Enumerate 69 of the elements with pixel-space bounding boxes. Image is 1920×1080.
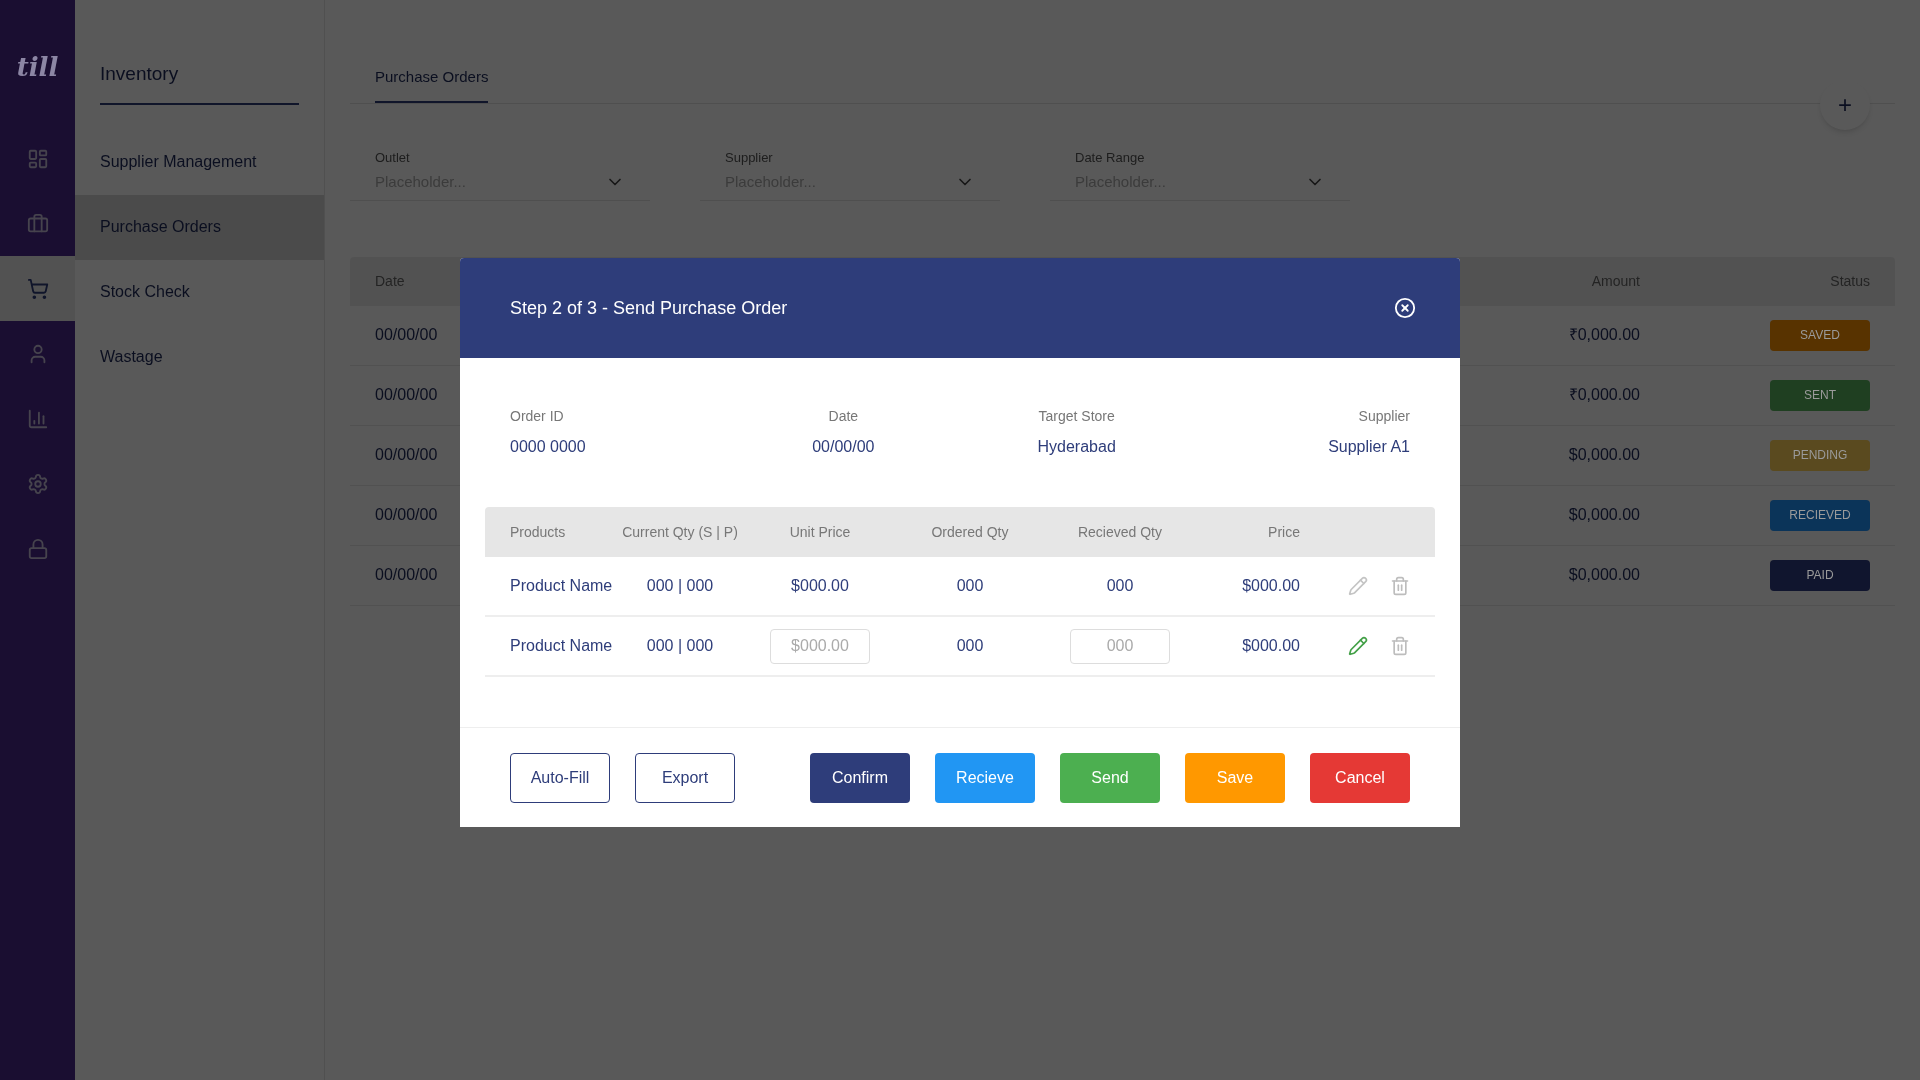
received-qty-field[interactable]: 000: [1070, 628, 1170, 664]
info-value: Hyderabad: [1037, 437, 1116, 457]
nav-title: Inventory: [100, 63, 179, 84]
info-value: Supplier A1: [1328, 437, 1410, 457]
table-cell-text: 000: [955, 576, 985, 596]
info-label: Target Store: [1038, 407, 1115, 426]
tab[interactable]: Purchase Orders: [375, 66, 489, 103]
table-cell-text: 000 | 000: [645, 636, 715, 656]
status-badge: SAVED: [1770, 319, 1870, 351]
status-badge: PENDING: [1770, 439, 1870, 471]
outline-button[interactable]: Export: [635, 752, 735, 803]
table-cell-text: ₹0,000.00: [1567, 385, 1640, 405]
column-header: Recieved Qty: [1076, 522, 1163, 542]
table-cell-text: ₹0,000.00: [1567, 325, 1640, 345]
column-header: Ordered Qty: [930, 522, 1010, 542]
action-button[interactable]: Recieve: [935, 752, 1035, 803]
outline-button[interactable]: Auto-Fill: [510, 752, 610, 803]
status-badge: RECIEVED: [1770, 499, 1870, 531]
column-header: Products: [510, 522, 567, 542]
dashboard-icon: [26, 147, 49, 170]
briefcase-icon: [26, 212, 49, 235]
table-cell-text: 00/00/00: [375, 445, 439, 465]
column-header: Price: [1267, 522, 1300, 542]
delete-icon[interactable]: [1390, 636, 1410, 656]
table-cell-text: $0,000.00: [1567, 505, 1640, 525]
column-header: Unit Price: [788, 522, 852, 542]
table-cell-text: $000.00: [791, 576, 849, 596]
table-cell-text: $0,000.00: [1567, 445, 1640, 465]
lock-icon: [26, 537, 49, 560]
settings-icon: [26, 472, 49, 495]
info-label: Date: [828, 407, 859, 426]
info-label: Supplier: [1358, 407, 1410, 426]
delete-icon[interactable]: [1390, 576, 1410, 596]
info-value: 00/00/00: [812, 437, 875, 457]
column-header: Current Qty (S | P): [621, 522, 739, 542]
table-cell-text: Product Name: [510, 636, 614, 656]
add-button[interactable]: +: [1820, 79, 1870, 130]
filter-label: Date Range: [1075, 148, 1146, 167]
table-cell-text: $000.00: [1241, 636, 1300, 656]
edit-icon[interactable]: [1348, 576, 1368, 596]
unit-price-field[interactable]: $000.00: [770, 628, 870, 664]
table-cell-text: 000: [1106, 576, 1134, 596]
action-button[interactable]: Cancel: [1310, 752, 1410, 803]
table-cell-text: 00/00/00: [375, 325, 439, 345]
cart-icon: [26, 277, 49, 300]
filter-label: Outlet: [375, 148, 411, 167]
close-icon[interactable]: [1394, 297, 1416, 319]
info-value: 0000 0000: [510, 437, 586, 457]
modal-title: Step 2 of 3 - Send Purchase Order: [510, 296, 788, 320]
table-cell-text: 00/00/00: [375, 505, 439, 525]
nav-item[interactable]: Purchase Orders: [75, 194, 324, 260]
action-button[interactable]: Save: [1185, 752, 1285, 803]
logo: till: [16, 51, 59, 80]
action-button[interactable]: Send: [1060, 752, 1160, 803]
table-cell-text: 000 | 000: [645, 576, 715, 596]
edit-icon[interactable]: [1348, 636, 1368, 656]
action-button[interactable]: Confirm: [810, 752, 910, 803]
table-cell-text: 000: [955, 636, 985, 656]
table-cell-text: $000.00: [1241, 576, 1300, 596]
info-label: Order ID: [510, 407, 564, 426]
filter-label: Supplier: [725, 148, 774, 167]
table-cell-text: Product Name: [510, 576, 614, 596]
table-cell-text: 00/00/00: [375, 385, 439, 405]
table-cell-text: 00/00/00: [375, 565, 439, 585]
table-cell-text: $0,000.00: [1567, 565, 1640, 585]
sidebar-item[interactable]: [0, 256, 75, 321]
bar-chart-icon: [26, 407, 49, 430]
status-badge: PAID: [1770, 559, 1870, 591]
status-badge: SENT: [1770, 379, 1870, 411]
